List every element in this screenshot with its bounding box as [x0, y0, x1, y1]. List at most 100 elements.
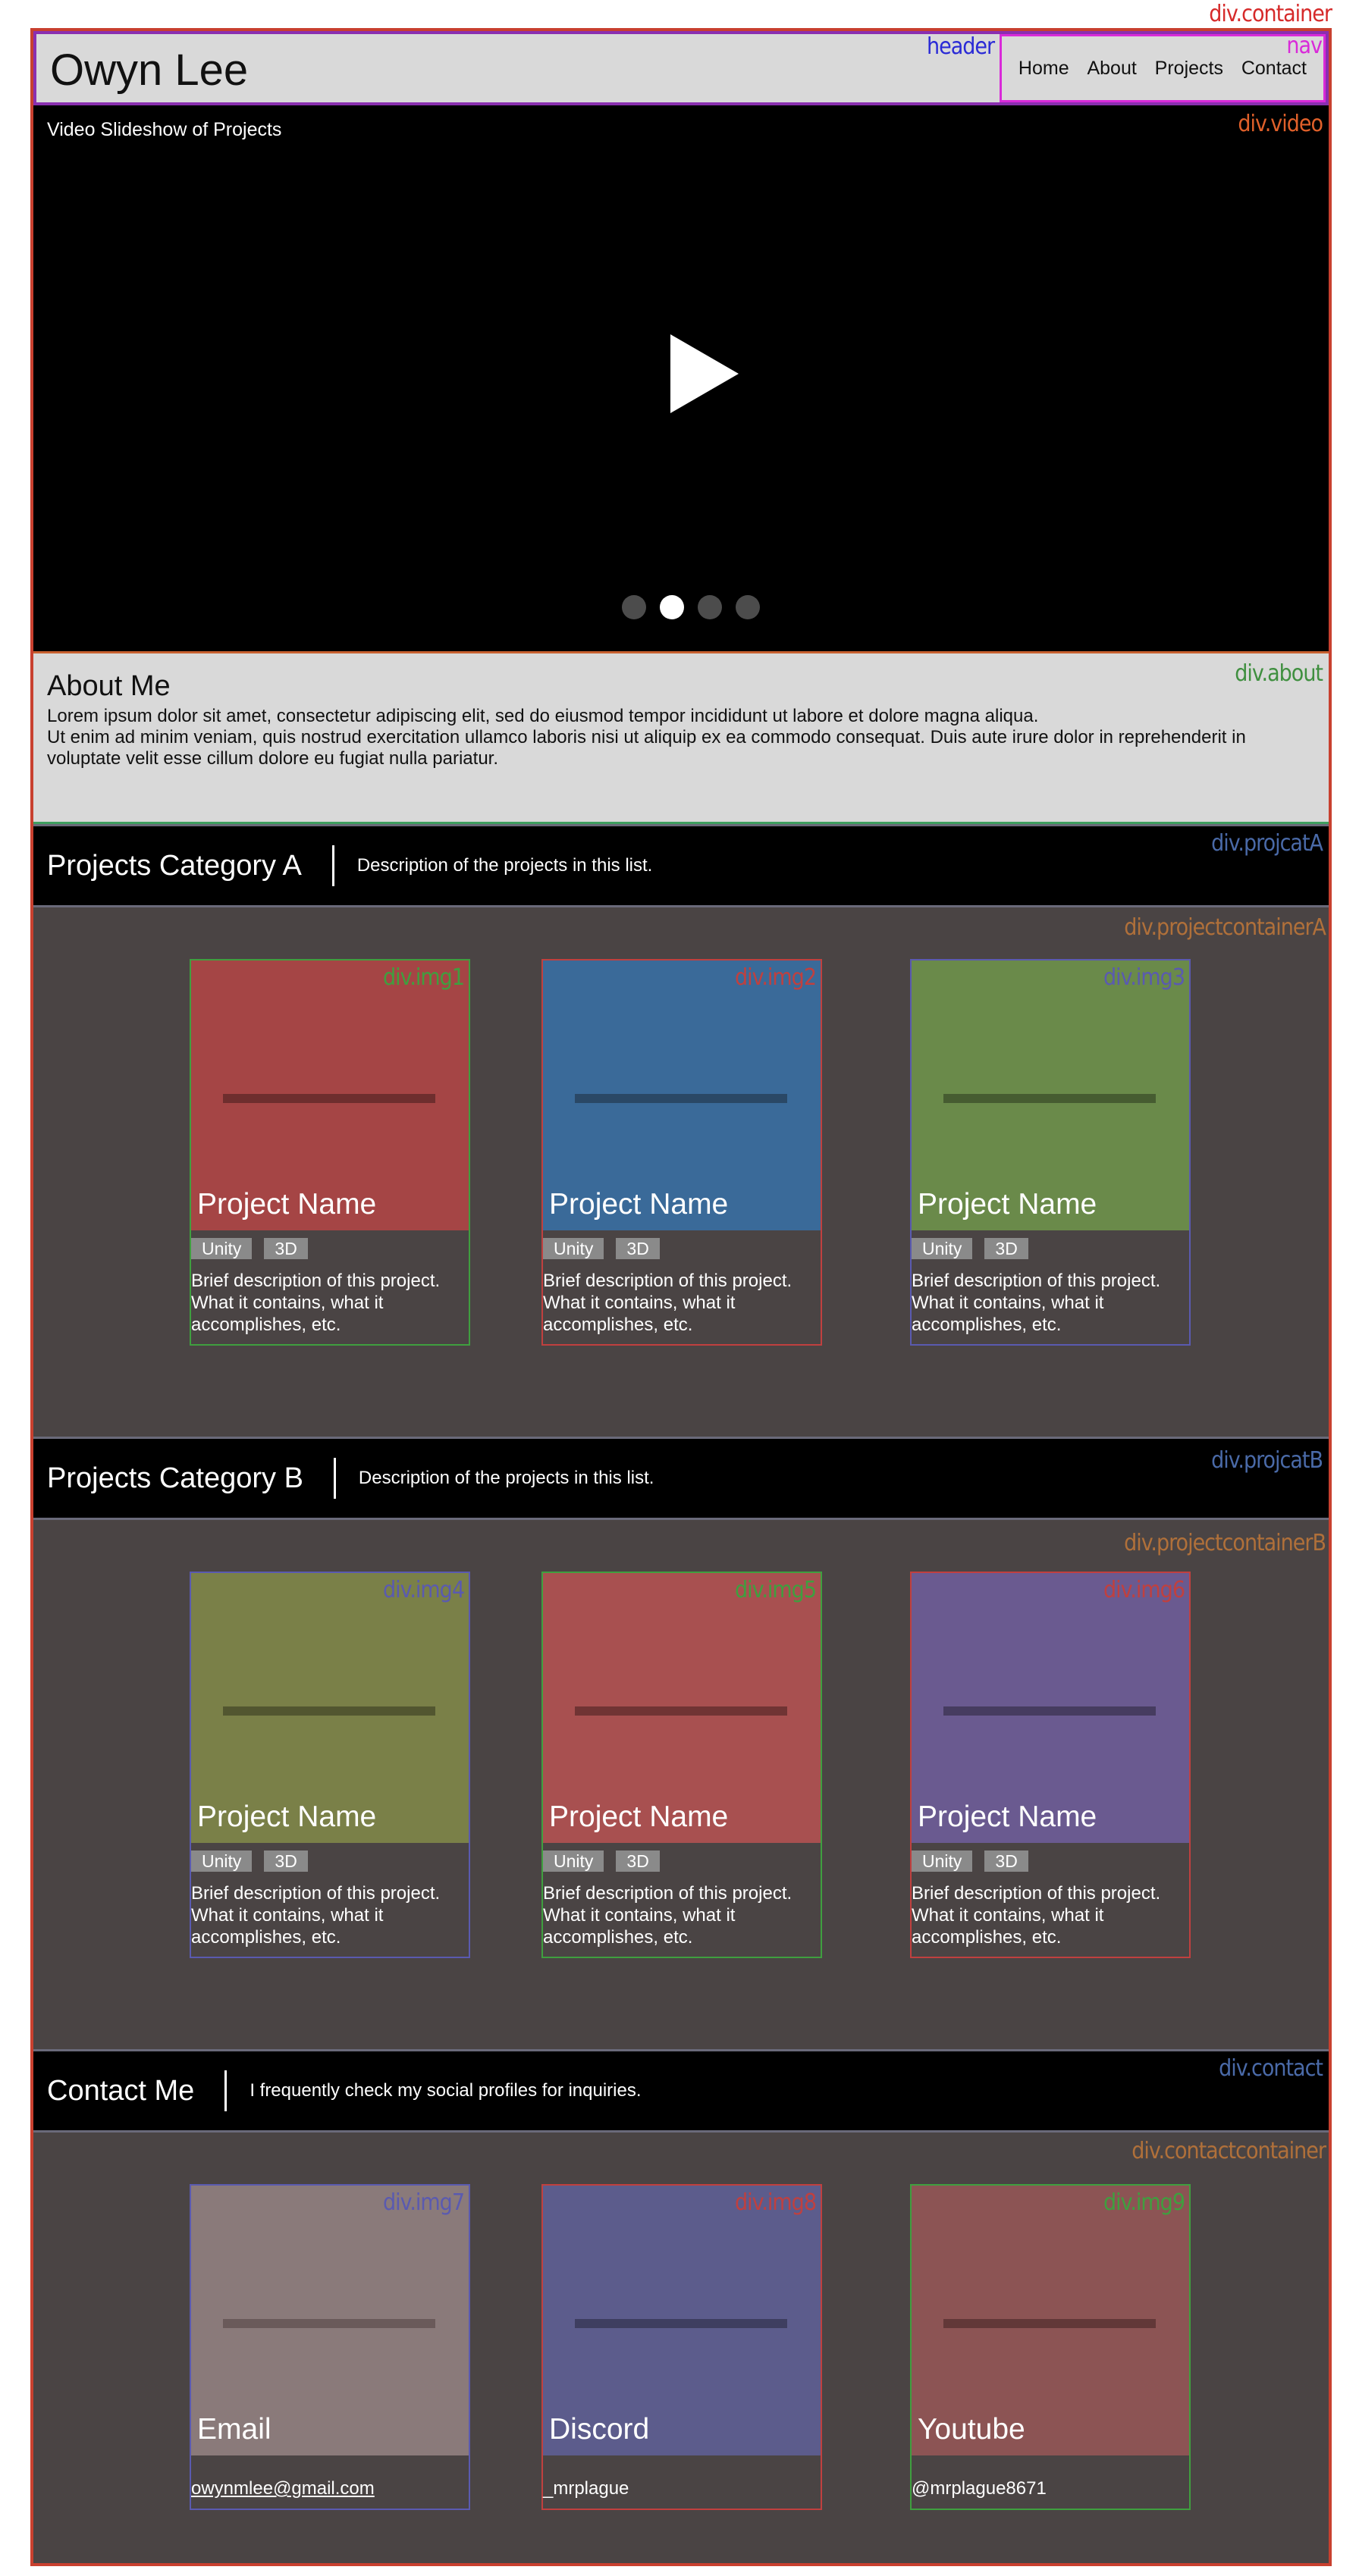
- contact-divider: [224, 2070, 228, 2111]
- project-a-card-2[interactable]: Project Name div.img2 Unity 3D Brief descrip…: [541, 959, 822, 1346]
- projcatB-debug-label: div.projcatB: [1211, 1447, 1323, 1474]
- tag-badge: Unity: [912, 1851, 973, 1872]
- contact-value[interactable]: owynmlee@gmail.com: [191, 2478, 375, 2499]
- image-placeholder-line: [223, 1706, 435, 1716]
- contact-debug-label: div.contact: [1219, 2055, 1323, 2082]
- tag-list: Unity 3D: [191, 1238, 308, 1259]
- nav-projects-link[interactable]: Projects: [1155, 58, 1223, 80]
- card-debug-label: div.img7: [383, 2189, 465, 2216]
- tag-badge: Unity: [543, 1238, 604, 1259]
- card-title: Discord: [549, 2413, 650, 2446]
- image-placeholder-line: [575, 1094, 787, 1103]
- card-description: Brief description of this project. What …: [912, 1883, 1161, 1948]
- contact-card-3[interactable]: Youtube div.img9 @mrplague8671: [910, 2184, 1191, 2510]
- card-debug-label: div.img2: [735, 964, 817, 991]
- card-title: Project Name: [197, 1800, 377, 1833]
- image-placeholder-line: [943, 1094, 1156, 1103]
- tag-badge: 3D: [984, 1851, 1028, 1872]
- project-a-card-1[interactable]: Project Name div.img1 Unity 3D Brief descrip…: [190, 959, 470, 1346]
- slide-dot-3[interactable]: [698, 595, 722, 619]
- tag-badge: Unity: [191, 1851, 253, 1872]
- tag-list: Unity 3D: [543, 1238, 660, 1259]
- header: Owyn Lee header nav Home About Projects …: [33, 31, 1329, 105]
- project-a-card-image: Project Name div.img3: [912, 961, 1189, 1230]
- project-a-card-image: Project Name div.img2: [543, 961, 821, 1230]
- projectcontainerA-debug-label: div.projectcontainerA: [1124, 914, 1326, 941]
- card-description: Brief description of this project. What …: [543, 1883, 792, 1948]
- contact-value: _mrplague: [543, 2478, 629, 2499]
- contact-card-1[interactable]: Email div.img7 owynmlee@gmail.com: [190, 2184, 470, 2510]
- tag-badge: Unity: [543, 1851, 604, 1872]
- header-debug-label: header: [927, 33, 995, 60]
- card-description: Brief description of this project. What …: [543, 1271, 792, 1335]
- projectcontainerB-debug-label: div.projectcontainerB: [1124, 1530, 1326, 1556]
- contact-card-image: Email div.img7: [191, 2186, 469, 2455]
- tag-badge: Unity: [912, 1238, 973, 1259]
- category-a-title: Projects Category A: [47, 849, 302, 882]
- play-icon[interactable]: [670, 334, 739, 413]
- slide-dot-1[interactable]: [622, 595, 646, 619]
- page-container: Owyn Lee header nav Home About Projects …: [30, 28, 1332, 2566]
- category-b-divider: [333, 1458, 336, 1499]
- about-heading: About Me: [47, 670, 171, 702]
- category-b-bar: Projects Category B Description of the p…: [33, 1437, 1329, 1520]
- project-b-card-image: Project Name div.img5: [543, 1573, 821, 1843]
- category-b-description: Description of the projects in this list…: [358, 1468, 654, 1488]
- contact-value: @mrplague8671: [912, 2478, 1047, 2499]
- nav-home-link[interactable]: Home: [1018, 58, 1069, 80]
- slide-dots: [622, 595, 760, 619]
- slide-dot-4[interactable]: [736, 595, 760, 619]
- video-slideshow[interactable]: Video Slideshow of Projects div.video: [33, 105, 1329, 651]
- card-debug-label: div.img3: [1103, 964, 1185, 991]
- card-debug-label: div.img5: [735, 1577, 817, 1603]
- card-title: Youtube: [918, 2413, 1025, 2446]
- nav-about-link[interactable]: About: [1087, 58, 1136, 80]
- card-title: Project Name: [549, 1800, 729, 1833]
- slide-dot-2[interactable]: [660, 595, 684, 619]
- category-a-divider: [331, 845, 334, 886]
- tag-list: Unity 3D: [912, 1851, 1028, 1872]
- project-b-card-image: Project Name div.img4: [191, 1573, 469, 1843]
- card-title: Project Name: [918, 1800, 1097, 1833]
- project-b-card-image: Project Name div.img6: [912, 1573, 1189, 1843]
- image-placeholder-line: [223, 2319, 435, 2328]
- nav: nav Home About Projects Contact: [1000, 34, 1326, 102]
- category-b-title: Projects Category B: [47, 1462, 303, 1494]
- category-a-bar: Projects Category A Description of the p…: [33, 824, 1329, 907]
- image-placeholder-line: [943, 2319, 1156, 2328]
- tag-list: Unity 3D: [191, 1851, 308, 1872]
- contact-title: Contact Me: [47, 2074, 195, 2107]
- video-title: Video Slideshow of Projects: [47, 119, 282, 140]
- project-b-card-2[interactable]: Project Name div.img5 Unity 3D Brief descrip…: [541, 1572, 822, 1958]
- image-placeholder-line: [223, 1094, 435, 1103]
- about-section: div.about About Me Lorem ipsum dolor sit…: [33, 651, 1329, 824]
- image-placeholder-line: [943, 1706, 1156, 1716]
- tag-badge: 3D: [264, 1238, 308, 1259]
- contact-description: I frequently check my social profiles fo…: [250, 2080, 642, 2101]
- card-description: Brief description of this project. What …: [191, 1271, 441, 1335]
- about-paragraph-1: Lorem ipsum dolor sit amet, consectetur …: [47, 706, 1039, 726]
- card-title: Email: [197, 2413, 271, 2446]
- card-debug-label: div.img6: [1103, 1577, 1185, 1603]
- project-b-card-1[interactable]: Project Name div.img4 Unity 3D Brief descrip…: [190, 1572, 470, 1958]
- contact-bar: Contact Me I frequently check my social …: [33, 2049, 1329, 2133]
- card-title: Project Name: [918, 1188, 1097, 1221]
- container-debug-label: div.container: [1209, 1, 1332, 27]
- card-debug-label: div.img4: [383, 1577, 465, 1603]
- card-debug-label: div.img1: [383, 964, 465, 991]
- contact-card-image: Youtube div.img9: [912, 2186, 1189, 2455]
- tag-badge: Unity: [191, 1238, 253, 1259]
- tag-badge: 3D: [984, 1238, 1028, 1259]
- contactcontainer-debug-label: div.contactcontainer: [1131, 2138, 1326, 2164]
- project-b-card-3[interactable]: Project Name div.img6 Unity 3D Brief descrip…: [910, 1572, 1191, 1958]
- card-description: Brief description of this project. What …: [912, 1271, 1161, 1335]
- card-description: Brief description of this project. What …: [191, 1883, 441, 1948]
- projcatA-debug-label: div.projcatA: [1211, 830, 1323, 857]
- project-a-card-3[interactable]: Project Name div.img3 Unity 3D Brief descrip…: [910, 959, 1191, 1346]
- video-debug-label: div.video: [1238, 111, 1323, 137]
- nav-contact-link[interactable]: Contact: [1241, 58, 1307, 80]
- nav-debug-label: nav: [1286, 33, 1323, 59]
- category-a-description: Description of the projects in this list…: [356, 855, 653, 876]
- contact-card-2[interactable]: Discord div.img8 _mrplague: [541, 2184, 822, 2510]
- about-debug-label: div.about: [1235, 660, 1323, 687]
